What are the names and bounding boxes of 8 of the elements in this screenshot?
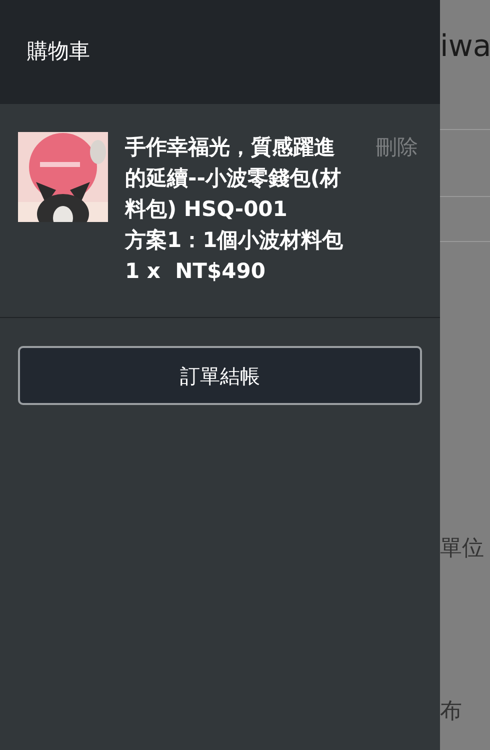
drawer-title: 購物車 — [27, 38, 90, 66]
page-heading: iwa — [440, 28, 490, 66]
product-name: 手作幸福光，質感躍進的延續--小波零錢包(材料包) HSQ-001 — [125, 134, 342, 223]
product-price: 1 x NT$490 — [125, 258, 266, 285]
product-option: 方案1：1個小波材料包 — [125, 225, 353, 256]
page-text: 布 — [440, 698, 463, 726]
page-text: 單位 — [440, 535, 485, 563]
checkout-button[interactable]: 訂單結帳 — [18, 346, 422, 405]
